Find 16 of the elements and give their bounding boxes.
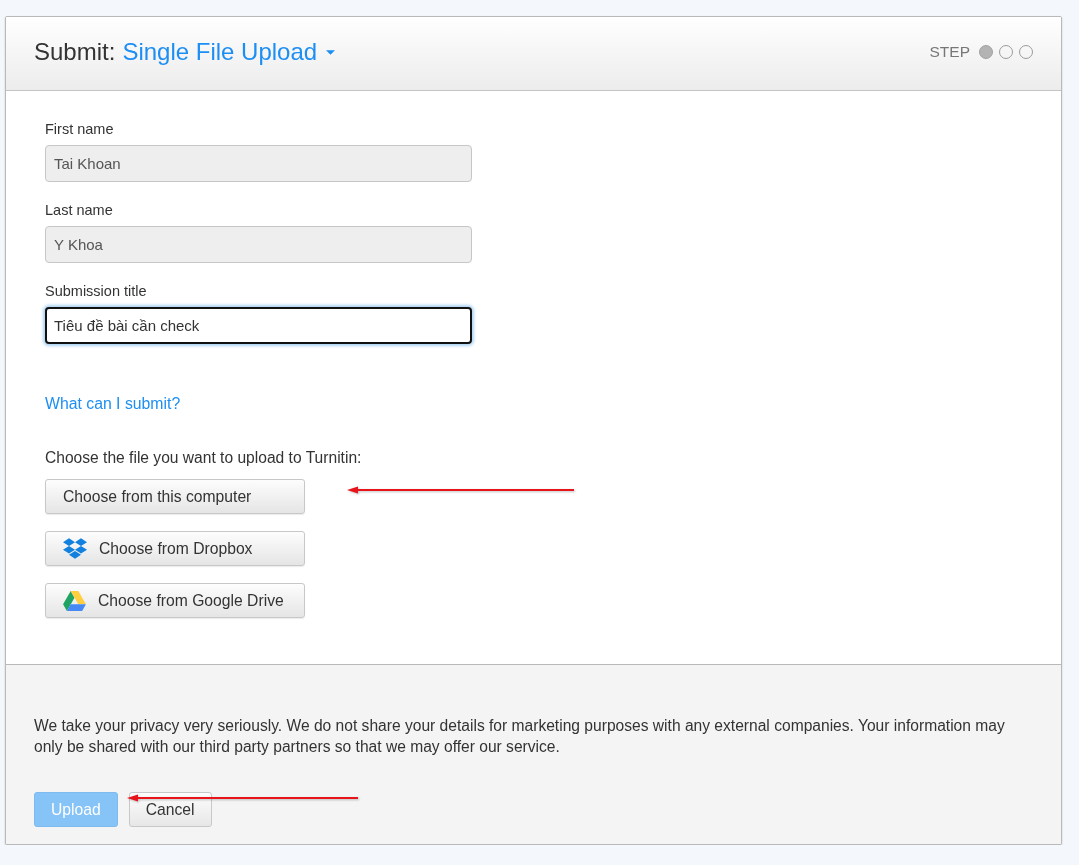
step-label: STEP [929,42,970,61]
help-link[interactable]: What can I submit? [45,393,181,415]
choose-file-button[interactable]: Choose from this computer [45,479,305,514]
field-label: Last name [45,201,113,219]
cancel-button[interactable]: Cancel [128,792,212,827]
dialog-title: Submit: [34,38,116,66]
triangle-icon [63,590,86,611]
caret-icon [326,49,336,55]
field-label: First name [45,120,114,138]
choose-file-button[interactable]: Choose from Dropbox [45,531,305,566]
text-field[interactable]: Tiêu đề bài cần check [45,307,472,344]
diamond-box-icon [63,538,87,559]
field-label: Submission title [45,282,147,300]
file-prompt: Choose the file you want to upload to Turnitin: [45,448,362,468]
choose-file-button[interactable]: Choose from Google Drive [45,583,305,618]
privacy-note: We take your privacy very seriously. We do not share your details for marketing purposes with any external companies. Your information may only be shared with our third party partners so that we may offer our service. [34,716,1006,757]
